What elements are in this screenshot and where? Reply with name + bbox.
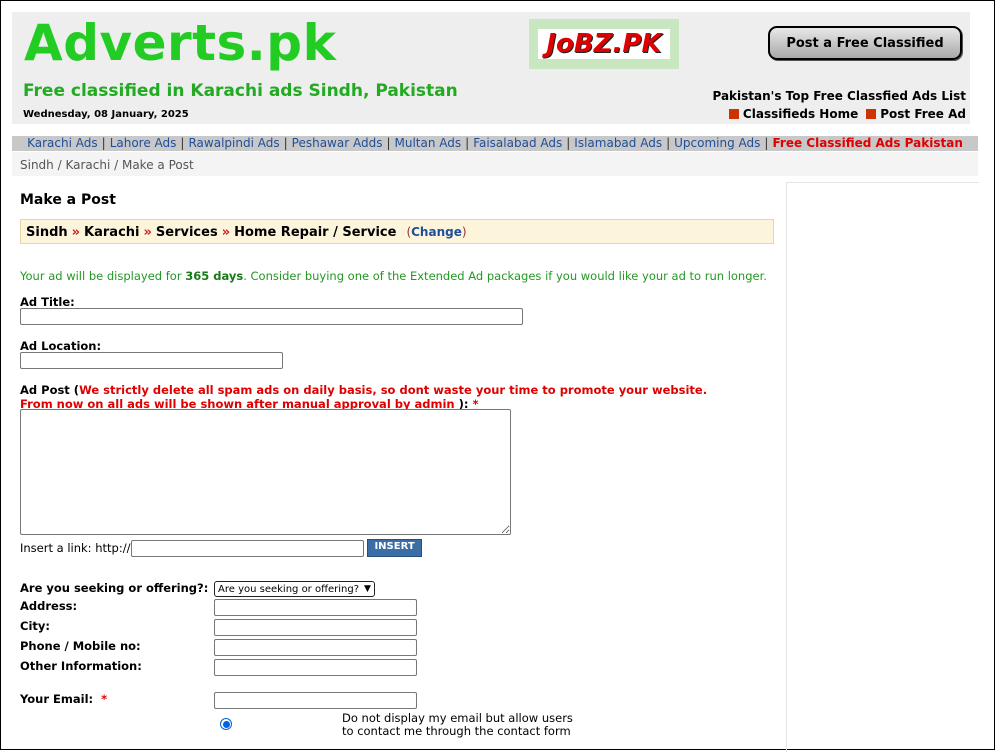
site-tagline: Free classified in Karachi ads Sindh, Pa… — [23, 81, 458, 101]
nav-faisalabad-ads[interactable]: Faisalabad Ads — [473, 136, 562, 150]
classifieds-home-link[interactable]: Classifieds Home — [728, 107, 858, 121]
email-input[interactable] — [214, 692, 417, 709]
address-input[interactable] — [214, 599, 417, 616]
square-bullet-icon — [866, 109, 877, 119]
nav-lahore-ads[interactable]: Lahore Ads — [110, 136, 177, 150]
chevron-down-icon: ▼ — [364, 584, 371, 594]
square-bullet-icon — [728, 109, 739, 119]
city-label: City: — [20, 619, 50, 633]
ad-location-label: Ad Location: — [20, 339, 102, 353]
nav-karachi-ads[interactable]: Karachi Ads — [27, 136, 98, 150]
ad-post-label: Ad Post (We strictly delete all spam ads… — [20, 383, 708, 411]
nav-peshawar-adds[interactable]: Peshawar Adds — [292, 136, 383, 150]
top-list-heading: Pakistan's Top Free Classfied Ads List — [712, 89, 966, 103]
right-sidebar — [786, 182, 979, 752]
nav-multan-ads[interactable]: Multan Ads — [395, 136, 462, 150]
seeking-offering-label: Are you seeking or offering?: — [20, 581, 209, 595]
ad-title-input[interactable] — [20, 308, 523, 325]
hide-email-radio[interactable] — [220, 718, 232, 730]
other-info-label: Other Information: — [20, 659, 142, 673]
insert-link-button[interactable]: INSERT — [367, 539, 422, 557]
page-title: Make a Post — [20, 192, 116, 208]
insert-link-label: Insert a link: http:// — [20, 541, 131, 555]
site-header: Adverts.pk Free classified in Karachi ad… — [12, 12, 970, 124]
breadcrumb: Sindh / Karachi / Make a Post — [12, 152, 978, 176]
other-info-input[interactable] — [214, 659, 417, 676]
breadcrumb-sindh[interactable]: Sindh — [20, 158, 54, 172]
phone-input[interactable] — [214, 639, 417, 656]
hide-email-text: Do not display my email but allow users t… — [342, 711, 573, 738]
insert-link-row: Insert a link: http:// INSERT — [20, 539, 422, 557]
ad-location-input[interactable] — [20, 352, 283, 369]
breadcrumb-current: Make a Post — [121, 158, 194, 172]
nav-islamabad-ads[interactable]: Islamabad Ads — [574, 136, 662, 150]
ad-duration-notice: Your ad will be displayed for 365 days. … — [20, 269, 767, 283]
nav-upcoming-ads[interactable]: Upcoming Ads — [674, 136, 760, 150]
jobz-banner-text: JoBZ.PK — [538, 29, 670, 59]
site-logo[interactable]: Adverts.pk — [24, 14, 336, 72]
breadcrumb-karachi[interactable]: Karachi — [65, 158, 110, 172]
jobz-banner[interactable]: JoBZ.PK — [529, 19, 679, 69]
address-label: Address: — [20, 599, 78, 613]
seeking-offering-select[interactable]: Are you seeking or offering? ▼ — [214, 581, 375, 597]
city-navbar: Karachi Ads | Lahore Ads | Rawalpindi Ads | Pe… — [12, 136, 978, 151]
header-links: Classifieds Home Post Free Ad — [728, 107, 966, 121]
city-input[interactable] — [214, 619, 417, 636]
change-category-link[interactable]: Change — [411, 225, 462, 239]
insert-link-input[interactable] — [131, 539, 365, 557]
current-date: Wednesday, 08 January, 2025 — [23, 109, 189, 120]
ad-post-textarea[interactable] — [20, 409, 511, 535]
post-free-classified-button[interactable]: Post a Free Classified — [768, 26, 962, 60]
phone-label: Phone / Mobile no: — [20, 639, 141, 653]
nav-rawalpindi-ads[interactable]: Rawalpindi Ads — [188, 136, 279, 150]
nav-free-classified-pakistan[interactable]: Free Classified Ads Pakistan — [772, 136, 962, 150]
email-label: Your Email: * — [20, 692, 108, 706]
category-path: Sindh» Karachi» Services» Home Repair / Ser… — [20, 219, 774, 244]
ad-title-label: Ad Title: — [20, 295, 75, 309]
post-free-ad-link[interactable]: Post Free Ad — [866, 107, 966, 121]
